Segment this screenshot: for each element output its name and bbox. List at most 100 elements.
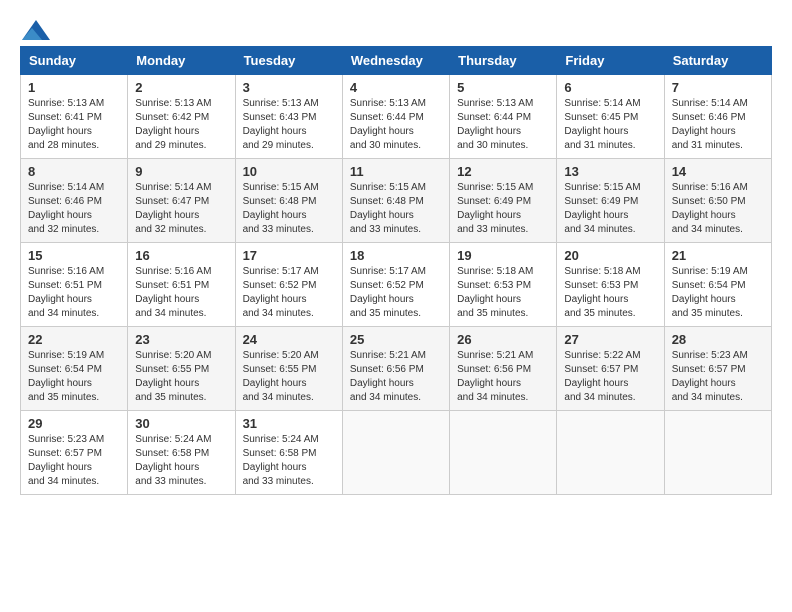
day-info: Sunrise: 5:20 AMSunset: 6:55 PMDaylight … [243, 350, 319, 403]
calendar-cell: 12 Sunrise: 5:15 AMSunset: 6:49 PMDaylig… [450, 159, 557, 243]
calendar-cell: 25 Sunrise: 5:21 AMSunset: 6:56 PMDaylig… [342, 327, 449, 411]
weekday-header-sunday: Sunday [21, 47, 128, 75]
calendar-cell: 3 Sunrise: 5:13 AMSunset: 6:43 PMDayligh… [235, 75, 342, 159]
day-number: 7 [672, 80, 764, 95]
calendar-cell [557, 411, 664, 495]
day-number: 29 [28, 416, 120, 431]
calendar-cell: 14 Sunrise: 5:16 AMSunset: 6:50 PMDaylig… [664, 159, 771, 243]
day-number: 9 [135, 164, 227, 179]
day-number: 2 [135, 80, 227, 95]
day-info: Sunrise: 5:13 AMSunset: 6:44 PMDaylight … [350, 98, 426, 151]
day-number: 1 [28, 80, 120, 95]
week-row-3: 15 Sunrise: 5:16 AMSunset: 6:51 PMDaylig… [21, 243, 772, 327]
logo [20, 20, 50, 36]
day-number: 20 [564, 248, 656, 263]
day-number: 26 [457, 332, 549, 347]
day-number: 13 [564, 164, 656, 179]
day-info: Sunrise: 5:15 AMSunset: 6:48 PMDaylight … [243, 182, 319, 235]
day-info: Sunrise: 5:14 AMSunset: 6:46 PMDaylight … [672, 98, 748, 151]
calendar-cell: 2 Sunrise: 5:13 AMSunset: 6:42 PMDayligh… [128, 75, 235, 159]
day-number: 14 [672, 164, 764, 179]
day-info: Sunrise: 5:24 AMSunset: 6:58 PMDaylight … [135, 434, 211, 487]
week-row-1: 1 Sunrise: 5:13 AMSunset: 6:41 PMDayligh… [21, 75, 772, 159]
calendar-cell: 22 Sunrise: 5:19 AMSunset: 6:54 PMDaylig… [21, 327, 128, 411]
calendar-cell: 29 Sunrise: 5:23 AMSunset: 6:57 PMDaylig… [21, 411, 128, 495]
day-number: 16 [135, 248, 227, 263]
day-info: Sunrise: 5:17 AMSunset: 6:52 PMDaylight … [350, 266, 426, 319]
day-info: Sunrise: 5:14 AMSunset: 6:46 PMDaylight … [28, 182, 104, 235]
day-number: 24 [243, 332, 335, 347]
day-number: 5 [457, 80, 549, 95]
day-info: Sunrise: 5:13 AMSunset: 6:43 PMDaylight … [243, 98, 319, 151]
calendar-cell: 18 Sunrise: 5:17 AMSunset: 6:52 PMDaylig… [342, 243, 449, 327]
calendar-cell: 5 Sunrise: 5:13 AMSunset: 6:44 PMDayligh… [450, 75, 557, 159]
calendar-cell [664, 411, 771, 495]
calendar-cell: 15 Sunrise: 5:16 AMSunset: 6:51 PMDaylig… [21, 243, 128, 327]
calendar-cell: 24 Sunrise: 5:20 AMSunset: 6:55 PMDaylig… [235, 327, 342, 411]
day-number: 22 [28, 332, 120, 347]
day-info: Sunrise: 5:21 AMSunset: 6:56 PMDaylight … [457, 350, 533, 403]
day-info: Sunrise: 5:15 AMSunset: 6:49 PMDaylight … [457, 182, 533, 235]
week-row-5: 29 Sunrise: 5:23 AMSunset: 6:57 PMDaylig… [21, 411, 772, 495]
day-number: 28 [672, 332, 764, 347]
calendar-cell: 10 Sunrise: 5:15 AMSunset: 6:48 PMDaylig… [235, 159, 342, 243]
calendar-cell: 17 Sunrise: 5:17 AMSunset: 6:52 PMDaylig… [235, 243, 342, 327]
day-info: Sunrise: 5:23 AMSunset: 6:57 PMDaylight … [28, 434, 104, 487]
day-number: 6 [564, 80, 656, 95]
calendar-cell: 20 Sunrise: 5:18 AMSunset: 6:53 PMDaylig… [557, 243, 664, 327]
week-row-2: 8 Sunrise: 5:14 AMSunset: 6:46 PMDayligh… [21, 159, 772, 243]
calendar-cell: 21 Sunrise: 5:19 AMSunset: 6:54 PMDaylig… [664, 243, 771, 327]
calendar-cell: 27 Sunrise: 5:22 AMSunset: 6:57 PMDaylig… [557, 327, 664, 411]
day-info: Sunrise: 5:21 AMSunset: 6:56 PMDaylight … [350, 350, 426, 403]
day-info: Sunrise: 5:16 AMSunset: 6:51 PMDaylight … [135, 266, 211, 319]
day-info: Sunrise: 5:19 AMSunset: 6:54 PMDaylight … [28, 350, 104, 403]
day-info: Sunrise: 5:13 AMSunset: 6:42 PMDaylight … [135, 98, 211, 151]
calendar-cell: 7 Sunrise: 5:14 AMSunset: 6:46 PMDayligh… [664, 75, 771, 159]
calendar-cell: 28 Sunrise: 5:23 AMSunset: 6:57 PMDaylig… [664, 327, 771, 411]
calendar-cell: 31 Sunrise: 5:24 AMSunset: 6:58 PMDaylig… [235, 411, 342, 495]
day-number: 12 [457, 164, 549, 179]
calendar-cell: 23 Sunrise: 5:20 AMSunset: 6:55 PMDaylig… [128, 327, 235, 411]
day-number: 27 [564, 332, 656, 347]
calendar-cell: 6 Sunrise: 5:14 AMSunset: 6:45 PMDayligh… [557, 75, 664, 159]
day-number: 19 [457, 248, 549, 263]
weekday-header-friday: Friday [557, 47, 664, 75]
day-info: Sunrise: 5:16 AMSunset: 6:51 PMDaylight … [28, 266, 104, 319]
calendar-cell: 13 Sunrise: 5:15 AMSunset: 6:49 PMDaylig… [557, 159, 664, 243]
calendar-cell: 9 Sunrise: 5:14 AMSunset: 6:47 PMDayligh… [128, 159, 235, 243]
weekday-header-row: SundayMondayTuesdayWednesdayThursdayFrid… [21, 47, 772, 75]
calendar-table: SundayMondayTuesdayWednesdayThursdayFrid… [20, 46, 772, 495]
calendar-cell [342, 411, 449, 495]
day-info: Sunrise: 5:15 AMSunset: 6:49 PMDaylight … [564, 182, 640, 235]
day-number: 11 [350, 164, 442, 179]
calendar-cell: 19 Sunrise: 5:18 AMSunset: 6:53 PMDaylig… [450, 243, 557, 327]
calendar-cell: 1 Sunrise: 5:13 AMSunset: 6:41 PMDayligh… [21, 75, 128, 159]
day-number: 18 [350, 248, 442, 263]
logo-icon [22, 20, 50, 40]
day-info: Sunrise: 5:19 AMSunset: 6:54 PMDaylight … [672, 266, 748, 319]
calendar-cell: 16 Sunrise: 5:16 AMSunset: 6:51 PMDaylig… [128, 243, 235, 327]
day-number: 21 [672, 248, 764, 263]
day-number: 3 [243, 80, 335, 95]
calendar-cell: 4 Sunrise: 5:13 AMSunset: 6:44 PMDayligh… [342, 75, 449, 159]
calendar-cell [450, 411, 557, 495]
day-info: Sunrise: 5:15 AMSunset: 6:48 PMDaylight … [350, 182, 426, 235]
day-info: Sunrise: 5:13 AMSunset: 6:44 PMDaylight … [457, 98, 533, 151]
page-header [20, 20, 772, 36]
weekday-header-thursday: Thursday [450, 47, 557, 75]
day-info: Sunrise: 5:18 AMSunset: 6:53 PMDaylight … [457, 266, 533, 319]
weekday-header-monday: Monday [128, 47, 235, 75]
day-info: Sunrise: 5:18 AMSunset: 6:53 PMDaylight … [564, 266, 640, 319]
day-info: Sunrise: 5:14 AMSunset: 6:47 PMDaylight … [135, 182, 211, 235]
day-info: Sunrise: 5:24 AMSunset: 6:58 PMDaylight … [243, 434, 319, 487]
day-info: Sunrise: 5:14 AMSunset: 6:45 PMDaylight … [564, 98, 640, 151]
weekday-header-tuesday: Tuesday [235, 47, 342, 75]
day-number: 25 [350, 332, 442, 347]
weekday-header-wednesday: Wednesday [342, 47, 449, 75]
day-number: 31 [243, 416, 335, 431]
day-info: Sunrise: 5:23 AMSunset: 6:57 PMDaylight … [672, 350, 748, 403]
day-number: 15 [28, 248, 120, 263]
day-number: 17 [243, 248, 335, 263]
day-info: Sunrise: 5:16 AMSunset: 6:50 PMDaylight … [672, 182, 748, 235]
day-number: 4 [350, 80, 442, 95]
